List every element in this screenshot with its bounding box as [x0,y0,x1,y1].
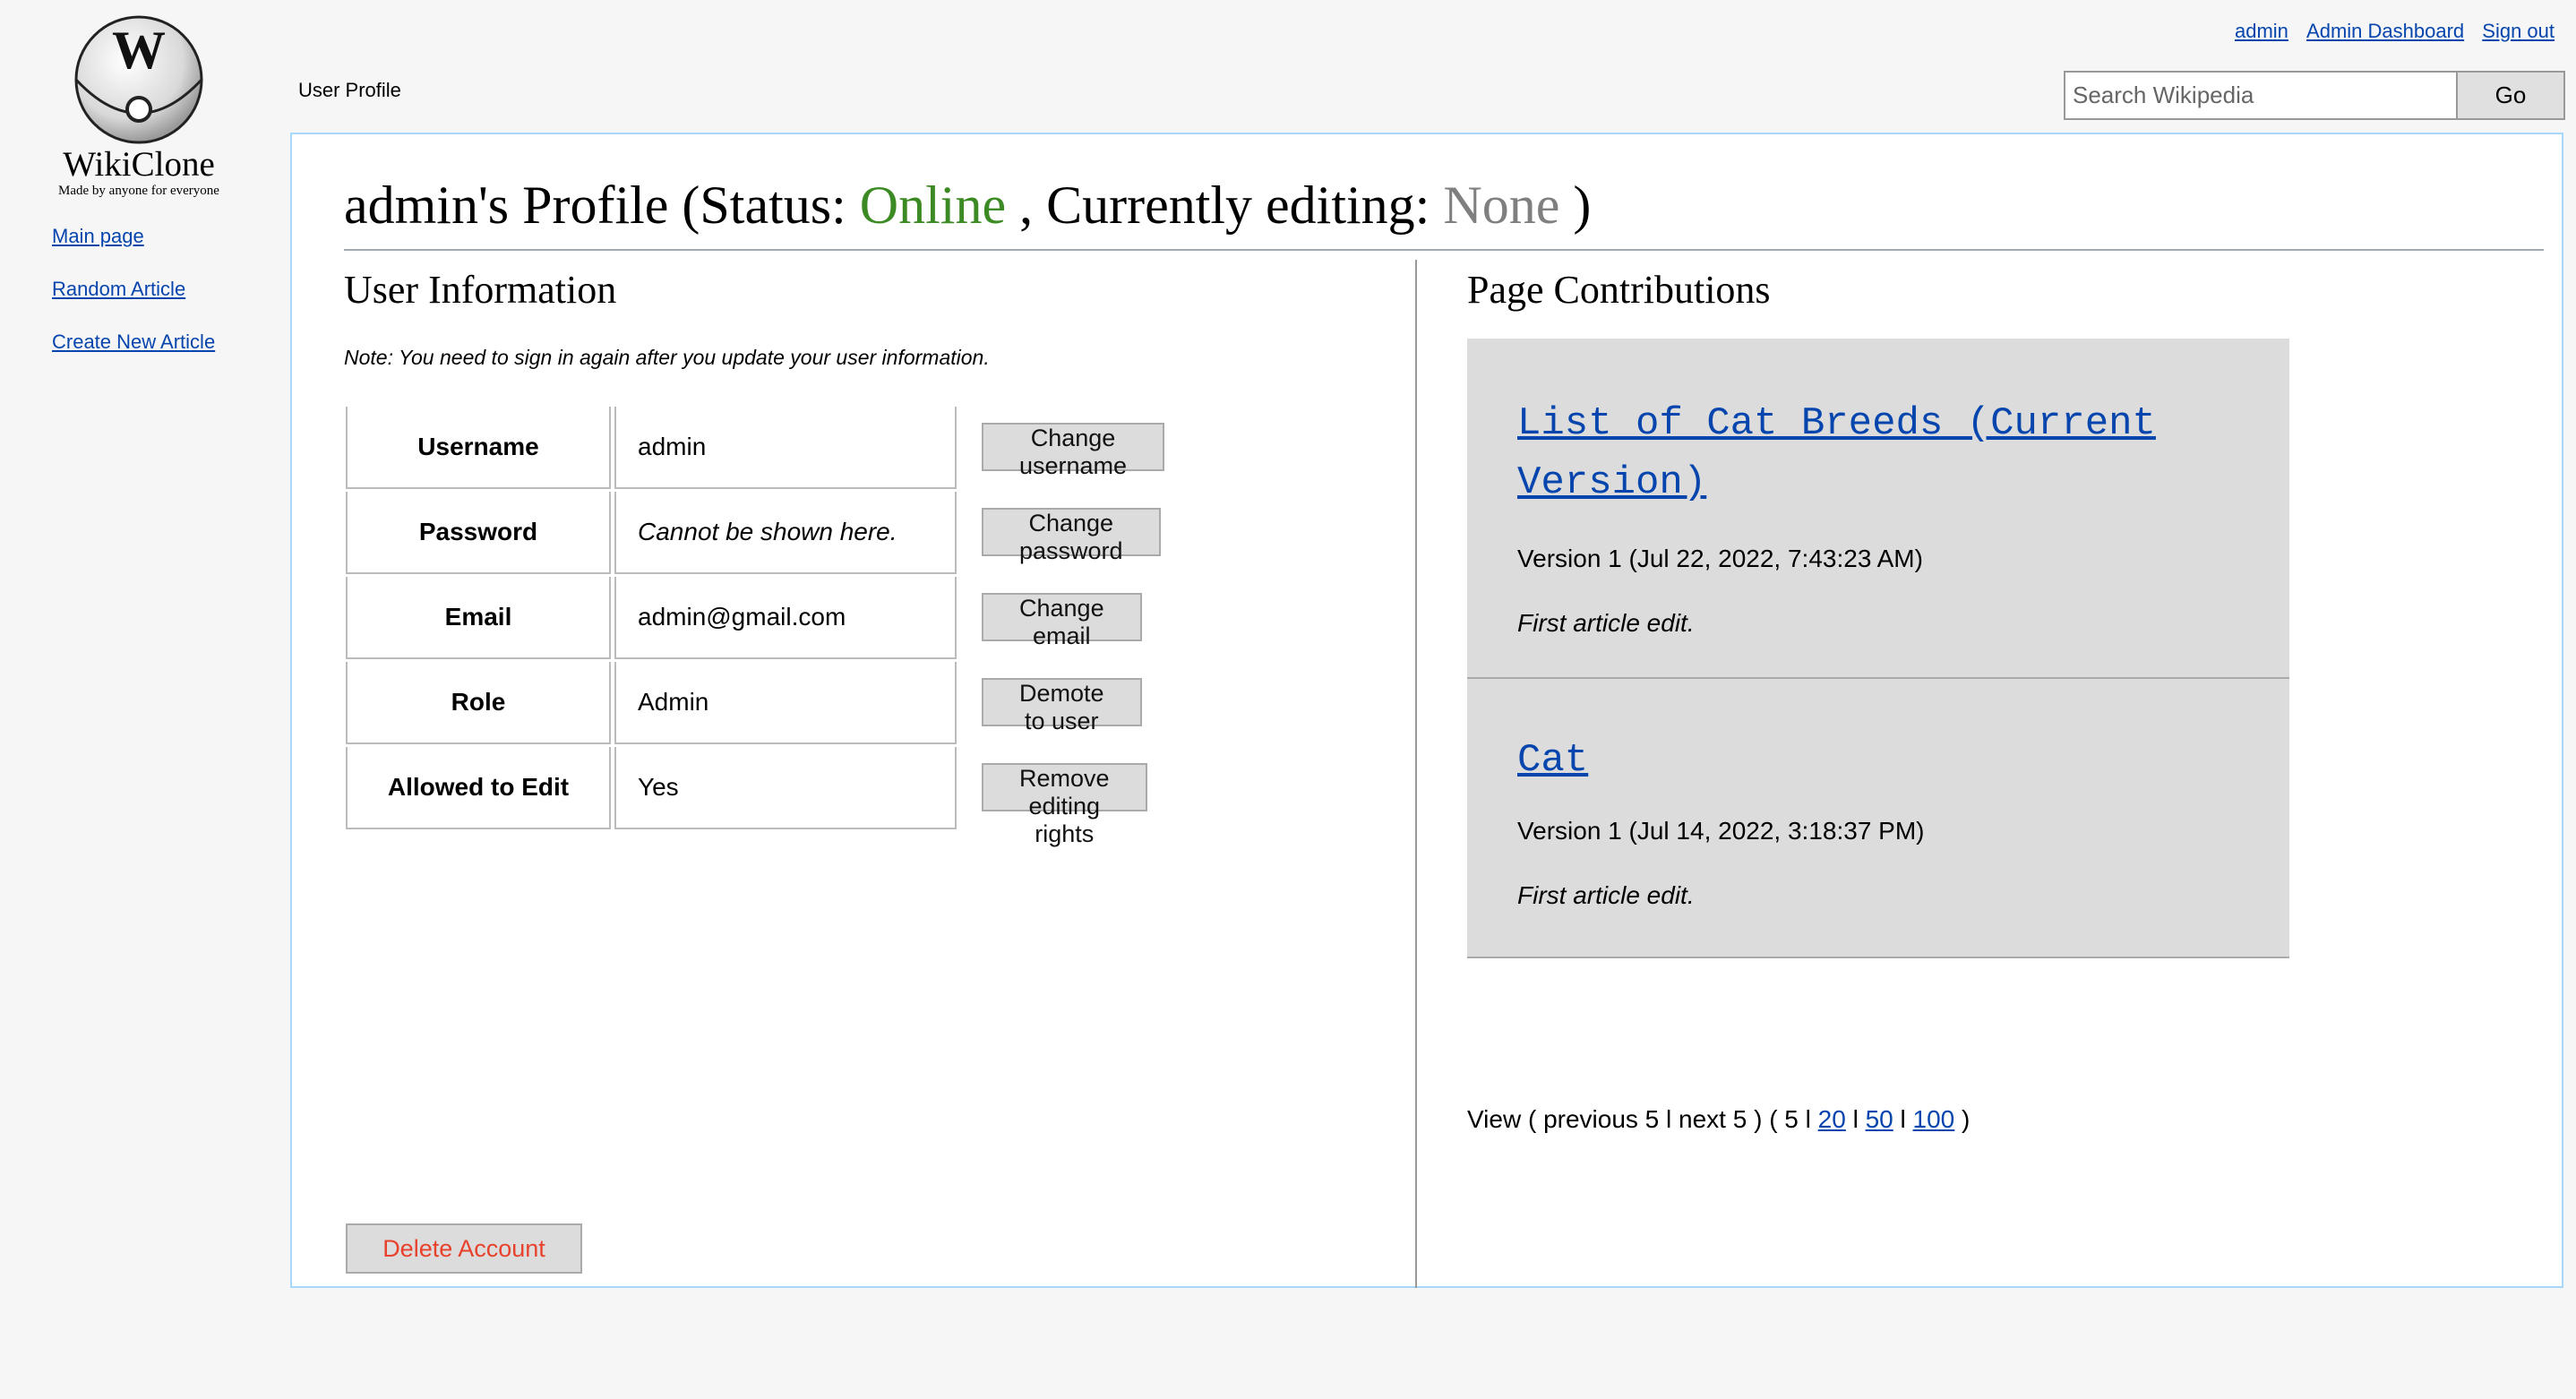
contributions-title: Page Contributions [1467,268,1771,312]
status-badge: Online [859,176,1007,235]
sidebar-item-random-article[interactable]: Random Article [52,266,215,319]
search-form: Go [2064,71,2565,120]
sidebar-item-main-page[interactable]: Main page [52,213,215,266]
change-password-button[interactable]: Change password [982,508,1161,564]
pager-suffix: ) [1954,1105,1971,1133]
currently-editing-value: None [1443,176,1560,235]
profile-heading-prefix: admin's Profile (Status: [344,176,860,235]
site-tagline: Made by anyone for everyone [58,184,219,198]
info-label: Password [346,492,611,574]
sign-out-link[interactable]: Sign out [2482,20,2555,42]
contribution-version: Version 1 (Jul 22, 2022, 7:43:23 AM) [1517,545,1923,572]
pagination: View ( previous 5 l next 5 ) ( 5 l 20 l … [1467,1105,1970,1134]
admin-dashboard-link[interactable]: Admin Dashboard [2306,20,2464,42]
search-input[interactable] [2064,71,2458,120]
site-name: WikiClone [63,145,215,184]
remove-editing-rights-button[interactable]: Remove editing rights [982,763,1147,847]
user-links: admin Admin Dashboard Sign out [2222,20,2555,43]
search-go-button[interactable]: Go [2458,71,2565,120]
page-title: admin's Profile (Status: Online , Curren… [344,174,2544,251]
page-size-50-link[interactable]: 50 [1866,1105,1893,1133]
contribution-link[interactable]: Cat [1517,731,2239,790]
pager-sep: l [1893,1105,1913,1133]
globe-logo-icon: W [74,15,203,144]
tab-user-profile[interactable]: User Profile [298,79,401,102]
user-info-note: Note: You need to sign in again after yo… [344,346,990,369]
page-size-20-link[interactable]: 20 [1818,1105,1846,1133]
info-value: Cannot be shown here. [614,492,957,574]
pager-prefix: View ( previous 5 l next 5 ) ( 5 l [1467,1105,1818,1133]
pager-sep: l [1845,1105,1866,1133]
page-size-100-link[interactable]: 100 [1913,1105,1955,1133]
delete-account-button[interactable]: Delete Account [346,1223,582,1274]
contribution-version: Version 1 (Jul 14, 2022, 3:18:37 PM) [1517,817,1925,845]
column-divider [1415,260,1417,1288]
info-label: Role [346,662,611,744]
info-value: admin@gmail.com [614,577,957,659]
main-content: admin's Profile (Status: Online , Curren… [290,133,2563,1288]
contributions-list: List of Cat Breeds (Current Version) Ver… [1467,339,2289,958]
profile-heading-suffix: ) [1559,176,1592,235]
user-link[interactable]: admin [2235,20,2288,42]
contribution-link[interactable]: List of Cat Breeds (Current Version) [1517,394,2239,512]
info-value: admin [614,407,957,489]
list-item: Cat Version 1 (Jul 14, 2022, 3:18:37 PM)… [1467,679,2289,958]
change-email-button[interactable]: Change email [982,593,1142,649]
demote-to-user-button[interactable]: Demote to user [982,678,1142,734]
info-label: Allowed to Edit [346,747,611,829]
info-value: Yes [614,747,957,829]
contribution-summary: First article edit. [1517,609,1695,637]
site-logo[interactable]: W WikiClone Made by anyone for everyone [36,13,242,199]
change-username-button[interactable]: Change username [982,423,1165,479]
user-info-title: User Information [344,268,617,312]
profile-heading-middle: , Currently editing: [1006,176,1444,235]
sidebar-nav: Main page Random Article Create New Arti… [52,213,215,372]
info-label: Username [346,407,611,489]
sidebar-item-create-article[interactable]: Create New Article [52,319,215,372]
list-item: List of Cat Breeds (Current Version) Ver… [1467,339,2289,679]
info-value: Admin [614,662,957,744]
contribution-summary: First article edit. [1517,881,1695,909]
logo-letter: W [112,21,166,80]
info-label: Email [346,577,611,659]
